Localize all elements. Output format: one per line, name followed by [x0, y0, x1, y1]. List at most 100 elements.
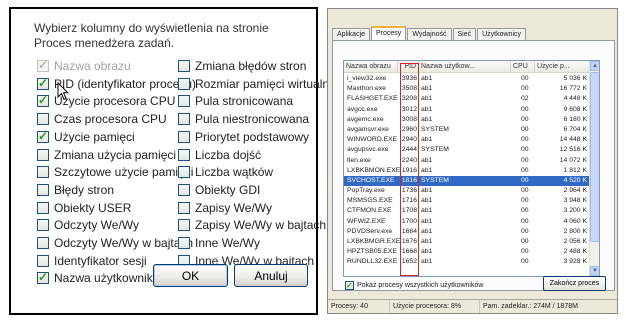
column-option-obiekty-gdi[interactable]: Obiekty GDI [178, 182, 260, 198]
checkbox-box[interactable] [37, 254, 49, 267]
process-user-cell: ab1 [421, 248, 433, 256]
checkbox-box[interactable] [178, 219, 190, 232]
process-row[interactable]: tlen.exe 2240 ab1 00 14 072 K [344, 156, 591, 166]
tab-uzytkownicy[interactable]: Użytkownicy [477, 28, 527, 40]
column-option-czas-procesora-cpu[interactable]: Czas procesora CPU [37, 111, 167, 127]
process-name-cell: MSMSGS.EXE [347, 197, 393, 205]
column-option-obiekty-user[interactable]: Obiekty USER [37, 200, 131, 216]
process-row[interactable]: avgamsvr.exe 2960 SYSTEM 00 6 704 K [344, 125, 591, 135]
tab-aplikacje[interactable]: Aplikacje [332, 28, 371, 40]
process-row[interactable]: MSMSGS.EXE 1716 ab1 00 3 948 K [344, 196, 591, 206]
checkbox-box[interactable] [178, 201, 190, 214]
column-option-label: Użycie pamięci [54, 129, 135, 144]
end-process-button[interactable]: Zakończ proces [543, 276, 606, 291]
tab-procesy[interactable]: Procesy [371, 26, 407, 40]
scroll-down-icon[interactable]: ▼ [590, 266, 599, 276]
process-cpu-cell: 00 [521, 125, 529, 133]
process-row[interactable]: PDVDServ.exe 1684 ab1 00 2 800 K [344, 227, 591, 237]
column-option-uzycie-pamieci[interactable]: ✓ Użycie pamięci [37, 129, 135, 145]
column-header-memory[interactable]: Użycie p... [535, 61, 591, 73]
ok-button[interactable]: OK [153, 264, 228, 287]
checkbox-box[interactable] [178, 237, 190, 249]
process-user-cell: ab1 [421, 197, 433, 205]
checkbox-box[interactable] [178, 183, 190, 196]
column-option-nazwa-uzytkownika[interactable]: ✓ Nazwa użytkownika [37, 270, 159, 286]
checkbox-box[interactable]: ✓ [37, 93, 49, 108]
process-row[interactable]: RUNDLL32.EXE 1652 ab1 00 3 928 K [344, 257, 591, 267]
process-row[interactable]: PopTray.exe 1736 ab1 00 2 964 K [344, 186, 591, 196]
checkbox-box[interactable] [37, 166, 49, 179]
checkbox-box[interactable] [37, 201, 49, 214]
process-list-scrollbar[interactable]: ▲ ▼ [589, 61, 599, 276]
checkbox-box[interactable] [178, 148, 190, 161]
checkbox-box[interactable]: ✓ [37, 76, 49, 90]
tab-siec[interactable]: Sieć [452, 28, 477, 40]
checkbox-box[interactable] [37, 113, 49, 126]
column-header-image-name[interactable]: Nazwa obrazu [344, 61, 398, 73]
checkbox-box[interactable] [37, 237, 49, 249]
column-option-bledy-stron[interactable]: Błędy stron [37, 182, 114, 198]
checkbox-box[interactable] [178, 60, 190, 72]
column-option-label: Zapisy We/Wy w bajtach [195, 218, 327, 233]
process-row[interactable]: SVCHOST.EXE 1816 SYSTEM 00 4 520 K [344, 175, 591, 187]
checkmark-icon: ✓ [38, 93, 49, 108]
process-row[interactable]: avgupsvc.exe 2444 SYSTEM 00 12 516 K [344, 145, 591, 155]
column-option-label: Użycie procesora CPU [54, 94, 176, 109]
process-cpu-cell: 00 [521, 75, 529, 82]
process-row[interactable]: i_view32.exe 3936 ab1 00 5 036 K [344, 74, 591, 84]
status-bar: Procesy: 40 Użycie procesora: 8% Pam. za… [328, 299, 617, 313]
process-row[interactable]: LXBKBMON.EXE 1916 ab1 00 1 812 K [344, 166, 591, 176]
column-option-zmiana-bledow-stron[interactable]: Zmiana błędów stron [178, 58, 306, 74]
column-option-liczba-watkow[interactable]: Liczba wątków [178, 164, 273, 180]
cancel-button[interactable]: Anuluj [234, 264, 308, 287]
scroll-thumb[interactable] [590, 72, 599, 242]
column-option-pid-identyfikator-procesu[interactable]: ✓ PID (identyfikator procesu) [37, 76, 196, 92]
checkbox-box[interactable] [178, 113, 190, 126]
column-header-pid[interactable]: PID [398, 61, 419, 73]
column-header-user-name[interactable]: Nazwa użytkow... [419, 61, 511, 73]
process-row[interactable]: avgemc.exe 3008 ab1 00 6 180 K [344, 115, 591, 125]
column-option-inne-we-wy[interactable]: Inne We/Wy [178, 235, 260, 251]
column-option-odczyty-we-wy-w-bajtach[interactable]: Odczyty We/Wy w bajtach [37, 235, 193, 251]
column-option-szczytowe-uzycie-pamieci[interactable]: Szczytowe użycie pamięci [37, 164, 193, 180]
checkbox-box[interactable] [37, 148, 49, 161]
process-row[interactable]: CTFMON.EXE 1708 ab1 00 3 200 K [344, 206, 591, 216]
process-row[interactable]: HPZTSB05.EXE 1668 ab1 00 2 488 K [344, 247, 591, 257]
checkbox-box[interactable]: ✓ [37, 270, 49, 285]
checkmark-icon: ✓ [346, 281, 353, 290]
process-row[interactable]: Maxthon.exe 3508 ab1 00 16 772 K [344, 84, 591, 94]
column-option-rozmiar-pamieci-wirtualnej[interactable]: Rozmiar pamięci wirtualnej [178, 76, 338, 92]
process-row[interactable]: WFWIZ.EXE 1700 ab1 00 4 060 K [344, 217, 591, 227]
process-pid-cell: 3012 [401, 105, 417, 113]
column-option-zapisy-we-wy[interactable]: Zapisy We/Wy [178, 200, 272, 216]
process-mem-cell: 3 200 K [563, 207, 587, 215]
process-list[interactable]: Nazwa obrazu PID Nazwa użytkow... CPU Uż… [343, 60, 600, 277]
checkbox-box[interactable]: ✓ [345, 281, 354, 290]
column-option-uzycie-procesora-cpu[interactable]: ✓ Użycie procesora CPU [37, 93, 175, 109]
process-row[interactable]: FLASHGET.EXE 3208 ab1 02 4 448 K [344, 94, 591, 104]
column-option-pula-niestronicowana[interactable]: Pula niestronicowana [178, 111, 309, 127]
checkbox-box[interactable] [37, 183, 49, 196]
process-row[interactable]: LXBKBMGR.EXE 1676 ab1 00 2 056 K [344, 237, 591, 247]
column-option-identyfikator-sesji[interactable]: Identyfikator sesji [37, 253, 147, 269]
column-option-zapisy-we-wy-w-bajtach[interactable]: Zapisy We/Wy w bajtach [178, 217, 326, 233]
column-header-cpu[interactable]: CPU [511, 61, 535, 73]
show-all-processes-checkbox[interactable]: ✓ Pokaż procesy wszystkich użytkowników [345, 281, 483, 290]
checkbox-box[interactable]: ✓ [37, 129, 49, 143]
column-option-zmiana-uzycia-pamieci[interactable]: Zmiana użycia pamięci [37, 147, 176, 163]
checkbox-box[interactable] [178, 130, 190, 143]
scroll-up-icon[interactable]: ▲ [590, 61, 599, 71]
process-row[interactable]: avgcc.exe 3012 ab1 00 9 608 K [344, 105, 591, 115]
column-option-liczba-dojsc[interactable]: Liczba dojść [178, 147, 261, 163]
checkbox-box[interactable] [178, 166, 190, 179]
checkbox-box[interactable] [178, 77, 190, 90]
column-option-priorytet-podstawowy[interactable]: Priorytet podstawowy [178, 129, 309, 145]
process-user-cell: SYSTEM [421, 176, 449, 184]
column-option-odczyty-we-wy[interactable]: Odczyty We/Wy [37, 217, 139, 233]
checkbox-box[interactable] [178, 95, 190, 108]
process-row[interactable]: WINWORD.EXE 2940 ab1 00 14 448 K [344, 135, 591, 145]
checkbox-box[interactable] [37, 219, 49, 232]
process-pid-cell: 1736 [401, 187, 417, 195]
column-option-pula-stronicowana[interactable]: Pula stronicowana [178, 93, 293, 109]
tab-wydajnosc[interactable]: Wydajność [407, 28, 452, 40]
